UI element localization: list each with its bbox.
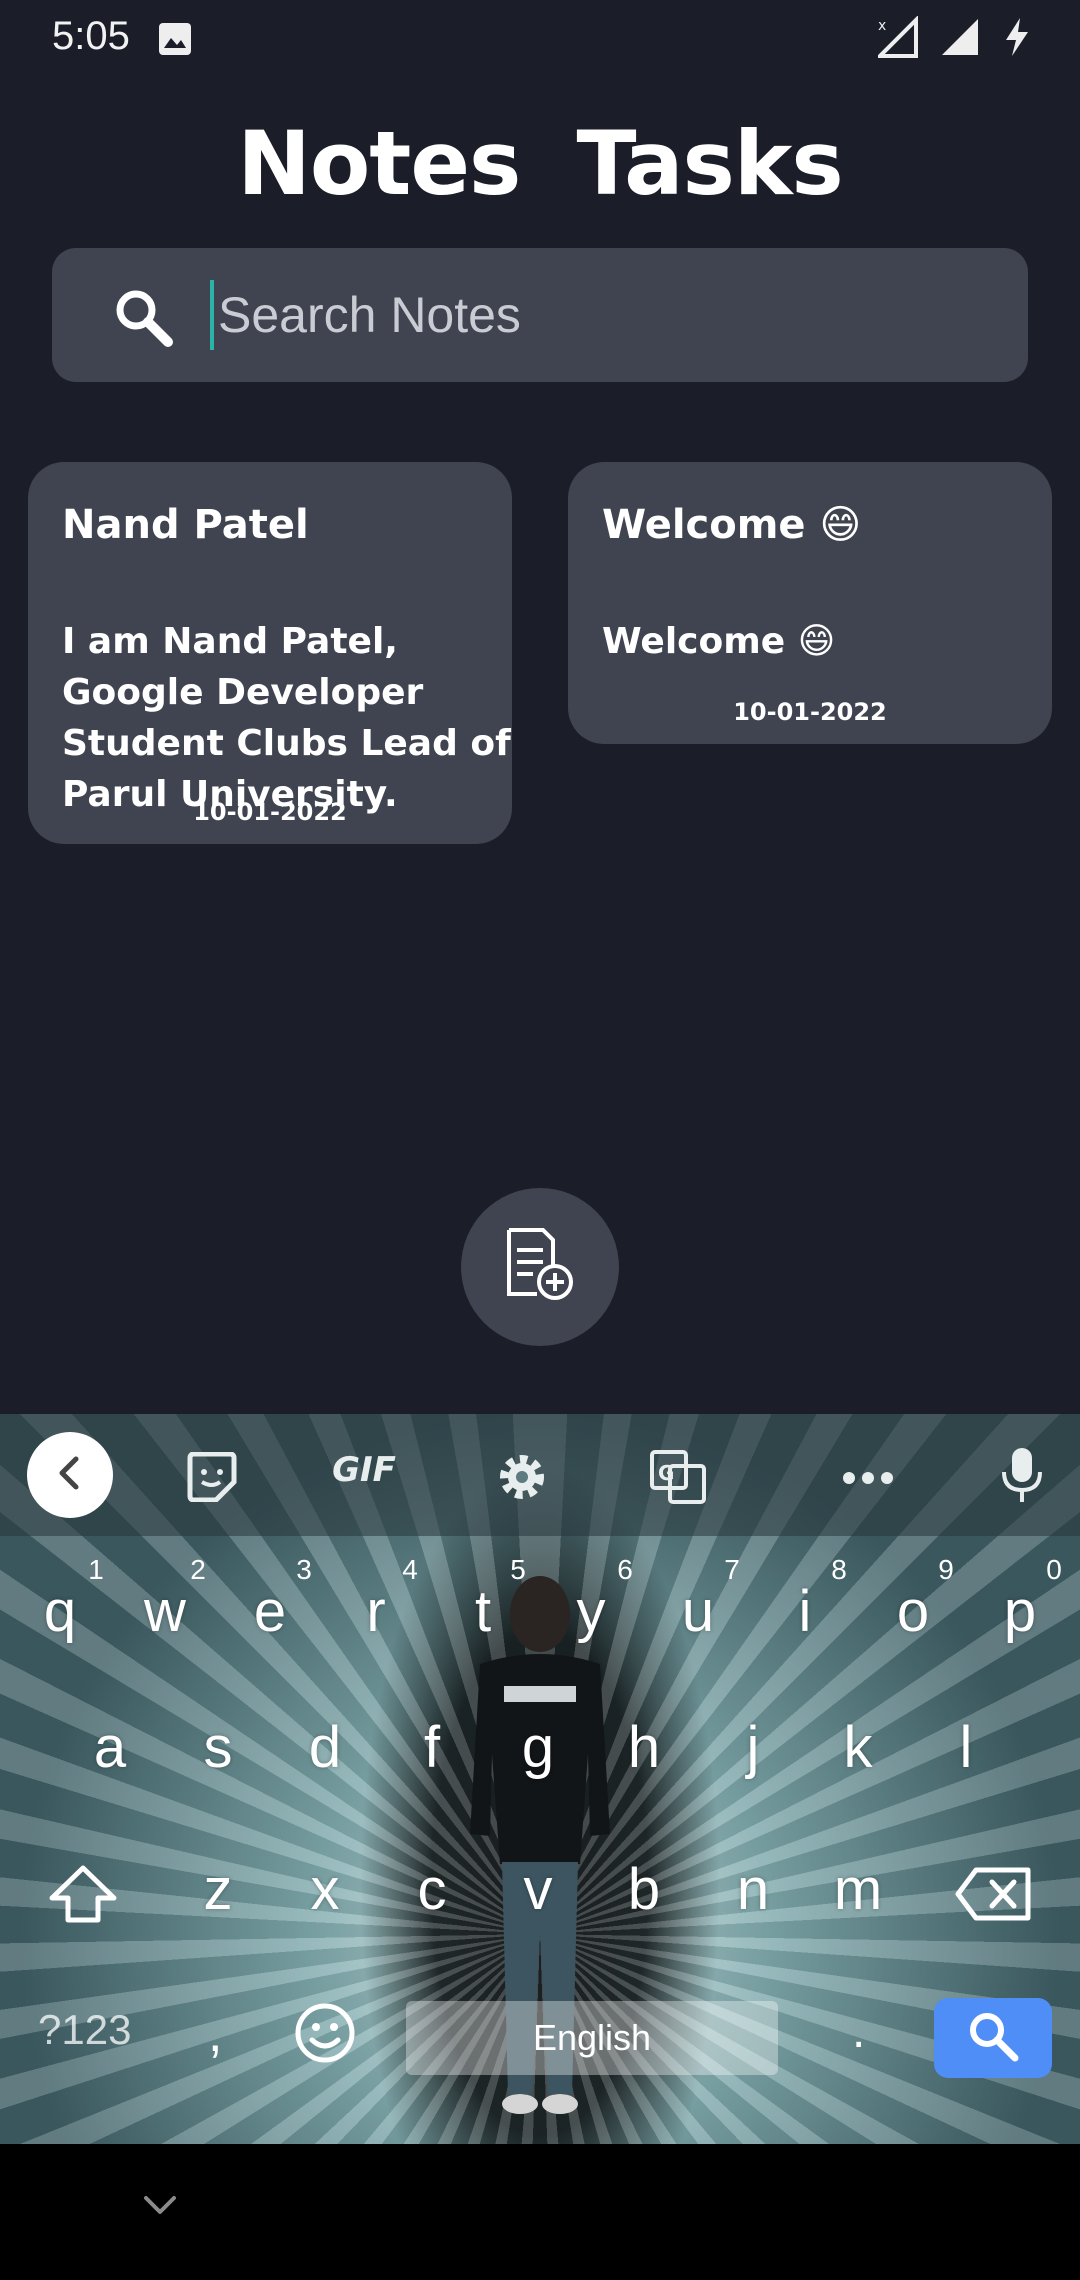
key-hint: 6	[617, 1554, 633, 1585]
key-o[interactable]: o	[873, 1578, 953, 1645]
key-n[interactable]: n	[713, 1856, 793, 1923]
backspace-icon	[954, 1867, 1034, 1926]
keyboard-search-button[interactable]	[934, 1998, 1052, 2078]
emoji-key[interactable]	[294, 2002, 356, 2068]
key-hint: 1	[88, 1554, 104, 1585]
key-hint: 0	[1046, 1554, 1062, 1585]
note-title: Welcome 😄	[602, 502, 862, 548]
key-hint: 2	[190, 1554, 206, 1585]
key-e[interactable]: e	[230, 1578, 310, 1645]
key-a[interactable]: a	[70, 1714, 150, 1781]
key-q[interactable]: q	[20, 1578, 100, 1645]
key-x[interactable]: x	[285, 1856, 365, 1923]
key-u[interactable]: u	[658, 1578, 738, 1645]
key-m[interactable]: m	[818, 1856, 898, 1923]
key-w[interactable]: w	[125, 1578, 205, 1645]
key-s[interactable]: s	[178, 1714, 258, 1781]
svg-text:G: G	[658, 1461, 674, 1485]
note-title: Nand Patel	[62, 502, 309, 548]
key-f[interactable]: f	[392, 1714, 472, 1781]
signal-icon	[940, 17, 980, 61]
key-hint: 5	[510, 1554, 526, 1585]
symbols-key[interactable]: ?123	[38, 2006, 131, 2054]
header-tabs: Notes Tasks	[0, 112, 1080, 215]
note-card[interactable]: Welcome 😄 Welcome 😄 10-01-2022	[568, 462, 1052, 744]
key-b[interactable]: b	[604, 1856, 684, 1923]
key-l[interactable]: l	[926, 1714, 1006, 1781]
key-t[interactable]: t	[443, 1578, 523, 1645]
tab-notes[interactable]: Notes	[237, 112, 521, 215]
key-k[interactable]: k	[818, 1714, 898, 1781]
add-note-button[interactable]	[461, 1188, 619, 1346]
keyboard-back-button[interactable]	[27, 1432, 113, 1518]
key-hint: 7	[724, 1554, 740, 1585]
navigation-bar	[0, 2144, 1080, 2280]
back-icon	[52, 1455, 88, 1495]
backspace-key[interactable]	[954, 1866, 1034, 1926]
chevron-down-icon	[142, 2196, 178, 2220]
search-icon	[967, 2010, 1019, 2066]
shift-icon	[48, 1865, 118, 1928]
sticker-icon[interactable]	[186, 1451, 238, 1506]
key-z[interactable]: z	[178, 1856, 258, 1923]
add-note-icon	[501, 1226, 579, 1308]
hide-keyboard-button[interactable]	[142, 2194, 178, 2220]
more-icon[interactable]	[842, 1470, 894, 1489]
key-v[interactable]: v	[498, 1856, 578, 1923]
note-card[interactable]: Nand Patel I am Nand Patel, Google Devel…	[28, 462, 512, 844]
search-input[interactable]	[210, 280, 998, 350]
svg-text:x: x	[878, 18, 886, 34]
mic-icon[interactable]	[1000, 1446, 1044, 1508]
key-y[interactable]: y	[551, 1578, 631, 1645]
status-icons: x	[875, 15, 1032, 62]
key-i[interactable]: i	[765, 1578, 845, 1645]
note-date: 10-01-2022	[193, 798, 347, 826]
tab-tasks[interactable]: Tasks	[576, 112, 843, 215]
translate-icon[interactable]: G	[650, 1450, 706, 1508]
key-g[interactable]: g	[498, 1714, 578, 1781]
key-r[interactable]: r	[336, 1578, 416, 1645]
gif-icon: GIF	[332, 1450, 396, 1490]
period-key[interactable]: .	[852, 2004, 865, 2059]
shift-key[interactable]	[48, 1864, 118, 1928]
note-body: I am Nand Patel, Google Developer Studen…	[62, 621, 511, 815]
key-hint: 8	[831, 1554, 847, 1585]
status-time: 5:05	[52, 14, 130, 58]
key-d[interactable]: d	[285, 1714, 365, 1781]
space-key[interactable]: English	[406, 2001, 778, 2075]
key-c[interactable]: c	[392, 1856, 472, 1923]
note-date: 10-01-2022	[733, 698, 887, 726]
key-h[interactable]: h	[604, 1714, 684, 1781]
comma-key[interactable]: ,	[208, 2004, 222, 2064]
search-icon	[112, 286, 174, 352]
keyboard: GIF G q w e r t y u i o p 1 2 3 4 5 6 7 …	[0, 1414, 1080, 2144]
key-hint: 4	[402, 1554, 418, 1585]
key-hint: 9	[938, 1554, 954, 1585]
settings-icon[interactable]	[495, 1450, 549, 1508]
image-icon	[158, 22, 192, 60]
key-p[interactable]: p	[980, 1578, 1060, 1645]
note-body: Welcome 😄	[602, 621, 836, 662]
emoji-icon	[294, 2003, 356, 2068]
key-hint: 3	[296, 1554, 312, 1585]
signal-x-icon: x	[875, 15, 918, 62]
charging-icon	[1002, 16, 1032, 62]
key-j[interactable]: j	[713, 1714, 793, 1781]
gif-button[interactable]: GIF	[326, 1450, 402, 1490]
